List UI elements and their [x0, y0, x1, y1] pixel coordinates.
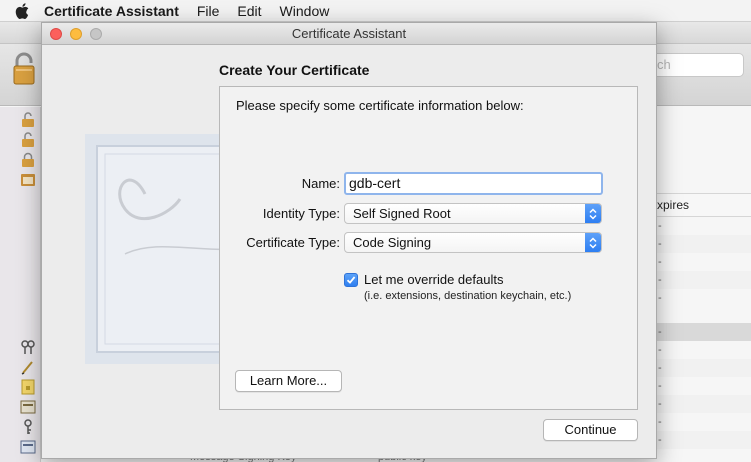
table-row[interactable]: - — [655, 413, 751, 431]
name-field[interactable]: gdb-cert — [344, 172, 603, 195]
learn-more-button[interactable]: Learn More... — [235, 370, 342, 392]
menu-app-name[interactable]: Certificate Assistant — [44, 0, 188, 22]
menu-window[interactable]: Window — [271, 0, 339, 22]
name-label: Name: — [301, 176, 340, 191]
unlocked-keychain-icon[interactable] — [20, 112, 36, 128]
table-row[interactable]: - — [655, 431, 751, 449]
table-row[interactable]: - — [655, 271, 751, 289]
dialog-title: Certificate Assistant — [291, 26, 407, 41]
system-roots-icon[interactable] — [20, 172, 36, 188]
certificate-type-select[interactable]: Code Signing — [344, 232, 602, 253]
instructions-text: Please specify some certificate informat… — [236, 98, 524, 113]
continue-button[interactable]: Continue — [543, 419, 638, 441]
override-defaults-checkbox[interactable] — [344, 273, 358, 287]
table-row[interactable]: - — [655, 289, 751, 307]
close-window-button[interactable] — [50, 28, 62, 40]
updown-chevron-icon — [585, 204, 601, 223]
override-defaults-label[interactable]: Let me override defaults — [364, 272, 503, 287]
keys-icon[interactable] — [20, 419, 36, 435]
identity-type-select[interactable]: Self Signed Root — [344, 203, 602, 224]
table-row[interactable]: - — [655, 377, 751, 395]
my-certificates-icon[interactable] — [20, 399, 36, 415]
apple-menu-icon[interactable] — [0, 2, 44, 19]
minimize-window-button[interactable] — [70, 28, 82, 40]
certificate-assistant-dialog: Certificate Assistant Create Your Certif… — [41, 22, 657, 459]
updown-chevron-icon — [585, 233, 601, 252]
certificate-info-panel: Please specify some certificate informat… — [219, 86, 638, 410]
expires-column-header[interactable]: xpires — [655, 193, 751, 217]
passwords-icon[interactable] — [20, 359, 36, 375]
table-row[interactable]: - — [655, 359, 751, 377]
identity-type-value: Self Signed Root — [353, 206, 451, 221]
checkmark-icon — [346, 276, 356, 284]
table-row[interactable]: - — [655, 253, 751, 271]
unlocked-keychain-icon[interactable] — [20, 132, 36, 148]
override-defaults-hint: (i.e. extensions, destination keychain, … — [364, 290, 572, 302]
table-row[interactable]: - — [655, 235, 751, 253]
identity-type-label: Identity Type: — [262, 206, 340, 221]
keychain-sidebar — [0, 107, 41, 462]
lock-icon[interactable] — [12, 52, 36, 89]
zoom-window-button[interactable] — [90, 28, 102, 40]
menu-file[interactable]: File — [188, 0, 229, 22]
all-items-icon[interactable] — [20, 339, 36, 355]
table-row[interactable]: - — [655, 341, 751, 359]
certificates-icon[interactable] — [20, 439, 36, 455]
menu-bar: Certificate Assistant File Edit Window — [0, 0, 751, 22]
dialog-titlebar: Certificate Assistant — [42, 23, 656, 45]
table-row[interactable]: - — [655, 323, 751, 341]
menu-edit[interactable]: Edit — [228, 0, 270, 22]
page-heading: Create Your Certificate — [219, 62, 370, 78]
locked-keychain-icon[interactable] — [20, 152, 36, 168]
table-row[interactable]: - — [655, 217, 751, 235]
secure-notes-icon[interactable] — [20, 379, 36, 395]
table-row[interactable]: - — [655, 395, 751, 413]
certificate-type-value: Code Signing — [353, 235, 432, 250]
certificate-type-label: Certificate Type: — [246, 235, 340, 250]
